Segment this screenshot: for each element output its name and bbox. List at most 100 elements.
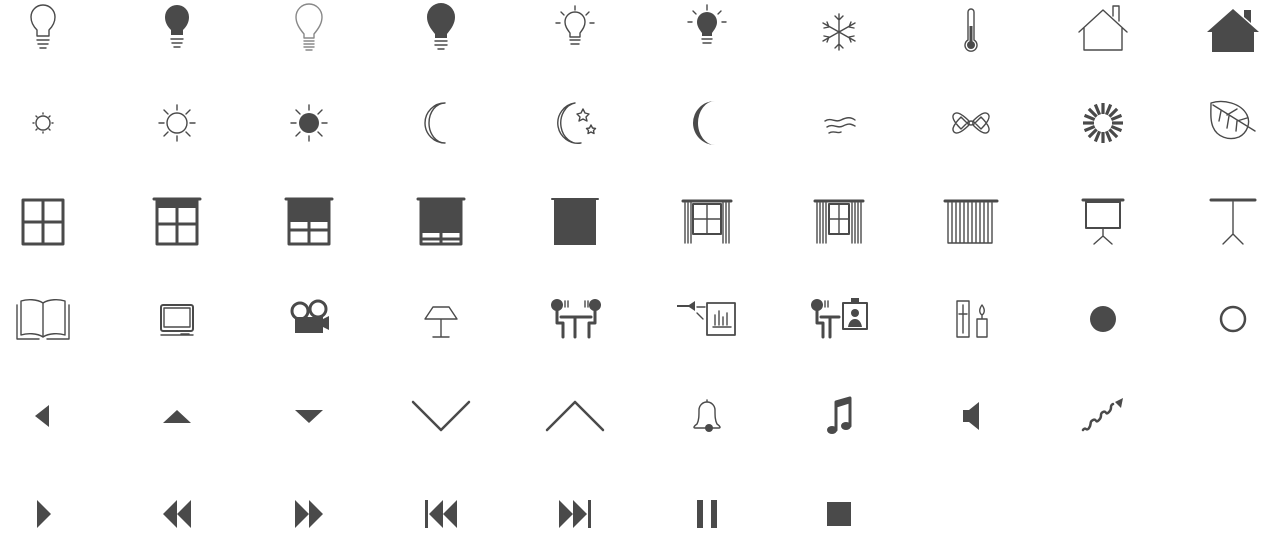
spinner-burst-icon[interactable] [1053, 78, 1153, 168]
light-bulb-on-filled-icon-graphic [687, 4, 727, 44]
light-bulb-filled-icon[interactable] [127, 0, 227, 77]
curtains-half-icon[interactable] [789, 177, 889, 267]
thermometer-icon-graphic [964, 8, 978, 52]
dimmer-candle-icon[interactable] [921, 274, 1021, 364]
light-bulb-on-outline-icon-graphic [555, 5, 595, 45]
triangle-left-icon-graphic [35, 405, 49, 427]
speaker-icon[interactable] [921, 371, 1021, 461]
window-open-icon[interactable] [0, 177, 93, 267]
rewind-icon-graphic [163, 500, 191, 528]
leaf-icon-graphic [1210, 100, 1256, 140]
light-bulb-outline-icon[interactable] [0, 0, 93, 77]
window-blind-closed-icon[interactable] [525, 177, 625, 267]
triangle-up-icon[interactable] [127, 371, 227, 461]
snowflake-icon[interactable] [789, 0, 889, 77]
wind-icon[interactable] [789, 78, 889, 168]
television-icon[interactable] [127, 274, 227, 364]
window-blind-closed-icon-graphic [551, 198, 599, 245]
light-bulb-large-filled-icon-graphic [427, 3, 455, 50]
window-blind-half-icon[interactable] [259, 177, 359, 267]
chevron-down-icon[interactable] [391, 371, 491, 461]
music-note-icon[interactable] [789, 371, 889, 461]
moon-and-stars-icon-graphic [557, 102, 597, 145]
dot-filled-icon-graphic [1090, 306, 1116, 332]
projection-screen-icon-graphic [1081, 198, 1125, 245]
icon-grid [0, 0, 1274, 533]
projection-screen-rolled-icon-graphic [1209, 198, 1257, 245]
rewind-icon[interactable] [127, 469, 227, 559]
dot-filled-icon[interactable] [1053, 274, 1153, 364]
table-lamp-icon[interactable] [391, 274, 491, 364]
play-icon[interactable] [0, 469, 93, 559]
window-blind-three-quarter-icon[interactable] [391, 177, 491, 267]
film-projector-icon[interactable] [259, 274, 359, 364]
video-conference-icon-graphic [811, 298, 868, 339]
open-book-icon-graphic [16, 298, 70, 340]
bell-icon[interactable] [657, 371, 757, 461]
window-blind-three-quarter-icon-graphic [416, 197, 466, 246]
chevron-up-icon[interactable] [525, 371, 625, 461]
skip-previous-icon[interactable] [391, 469, 491, 559]
film-projector-icon-graphic [290, 299, 329, 333]
speaker-icon-graphic [963, 402, 979, 430]
triangle-left-icon[interactable] [0, 371, 93, 461]
fan-icon-graphic [952, 112, 990, 134]
moon-filled-icon[interactable] [657, 78, 757, 168]
projection-screen-icon[interactable] [1053, 177, 1153, 267]
curtains-open-icon[interactable] [657, 177, 757, 267]
house-filled-icon-graphic [1207, 9, 1259, 52]
sun-small-icon[interactable] [0, 78, 93, 168]
table-lamp-icon-graphic [424, 306, 458, 338]
conference-table-icon-graphic [551, 299, 601, 339]
light-bulb-filled-icon-graphic [165, 5, 189, 48]
chevron-up-icon-graphic [545, 400, 605, 432]
triangle-down-icon[interactable] [259, 371, 359, 461]
sun-filled-icon-graphic [290, 104, 328, 142]
light-bulb-clear-icon-graphic [295, 3, 323, 51]
squiggle-arrow-icon-graphic [1081, 398, 1123, 432]
stop-icon[interactable] [789, 469, 889, 559]
projection-screen-rolled-icon[interactable] [1183, 177, 1274, 267]
light-bulb-clear-icon[interactable] [259, 0, 359, 77]
video-conference-icon[interactable] [789, 274, 889, 364]
video-presentation-icon[interactable] [657, 274, 757, 364]
house-outline-icon[interactable] [1053, 0, 1153, 77]
leaf-icon[interactable] [1183, 78, 1274, 168]
play-icon-graphic [37, 500, 51, 528]
house-outline-icon-graphic [1078, 5, 1128, 51]
open-book-icon[interactable] [0, 274, 93, 364]
window-open-icon-graphic [21, 198, 65, 246]
pause-icon[interactable] [657, 469, 757, 559]
sun-small-icon-graphic [32, 112, 54, 134]
video-presentation-icon-graphic [677, 301, 736, 336]
skip-next-icon[interactable] [525, 469, 625, 559]
dot-outline-icon[interactable] [1183, 274, 1274, 364]
moon-and-stars-icon[interactable] [525, 78, 625, 168]
chevron-down-icon-graphic [411, 400, 471, 432]
curtains-closed-icon[interactable] [921, 177, 1021, 267]
light-bulb-on-filled-icon[interactable] [657, 0, 757, 77]
conference-table-icon[interactable] [525, 274, 625, 364]
sun-filled-icon[interactable] [259, 78, 359, 168]
sun-outline-icon[interactable] [127, 78, 227, 168]
light-bulb-on-outline-icon[interactable] [525, 0, 625, 77]
window-blind-quarter-icon-graphic [152, 197, 202, 246]
dimmer-candle-icon-graphic [956, 300, 988, 338]
squiggle-arrow-icon[interactable] [1053, 371, 1153, 461]
curtains-closed-icon-graphic [943, 199, 999, 244]
moon-outline-icon[interactable] [391, 78, 491, 168]
sun-outline-icon-graphic [158, 104, 196, 142]
thermometer-icon[interactable] [921, 0, 1021, 77]
fan-icon[interactable] [921, 78, 1021, 168]
curtains-open-icon-graphic [681, 199, 733, 244]
moon-outline-icon-graphic [424, 102, 446, 144]
house-filled-icon[interactable] [1183, 0, 1274, 77]
music-note-icon-graphic [827, 396, 852, 434]
window-blind-half-icon-graphic [284, 197, 334, 246]
window-blind-quarter-icon[interactable] [127, 177, 227, 267]
light-bulb-large-filled-icon[interactable] [391, 0, 491, 77]
light-bulb-outline-icon-graphic [30, 4, 56, 49]
dot-outline-icon-graphic [1219, 305, 1247, 333]
fast-forward-icon[interactable] [259, 469, 359, 559]
triangle-down-icon-graphic [295, 410, 323, 423]
